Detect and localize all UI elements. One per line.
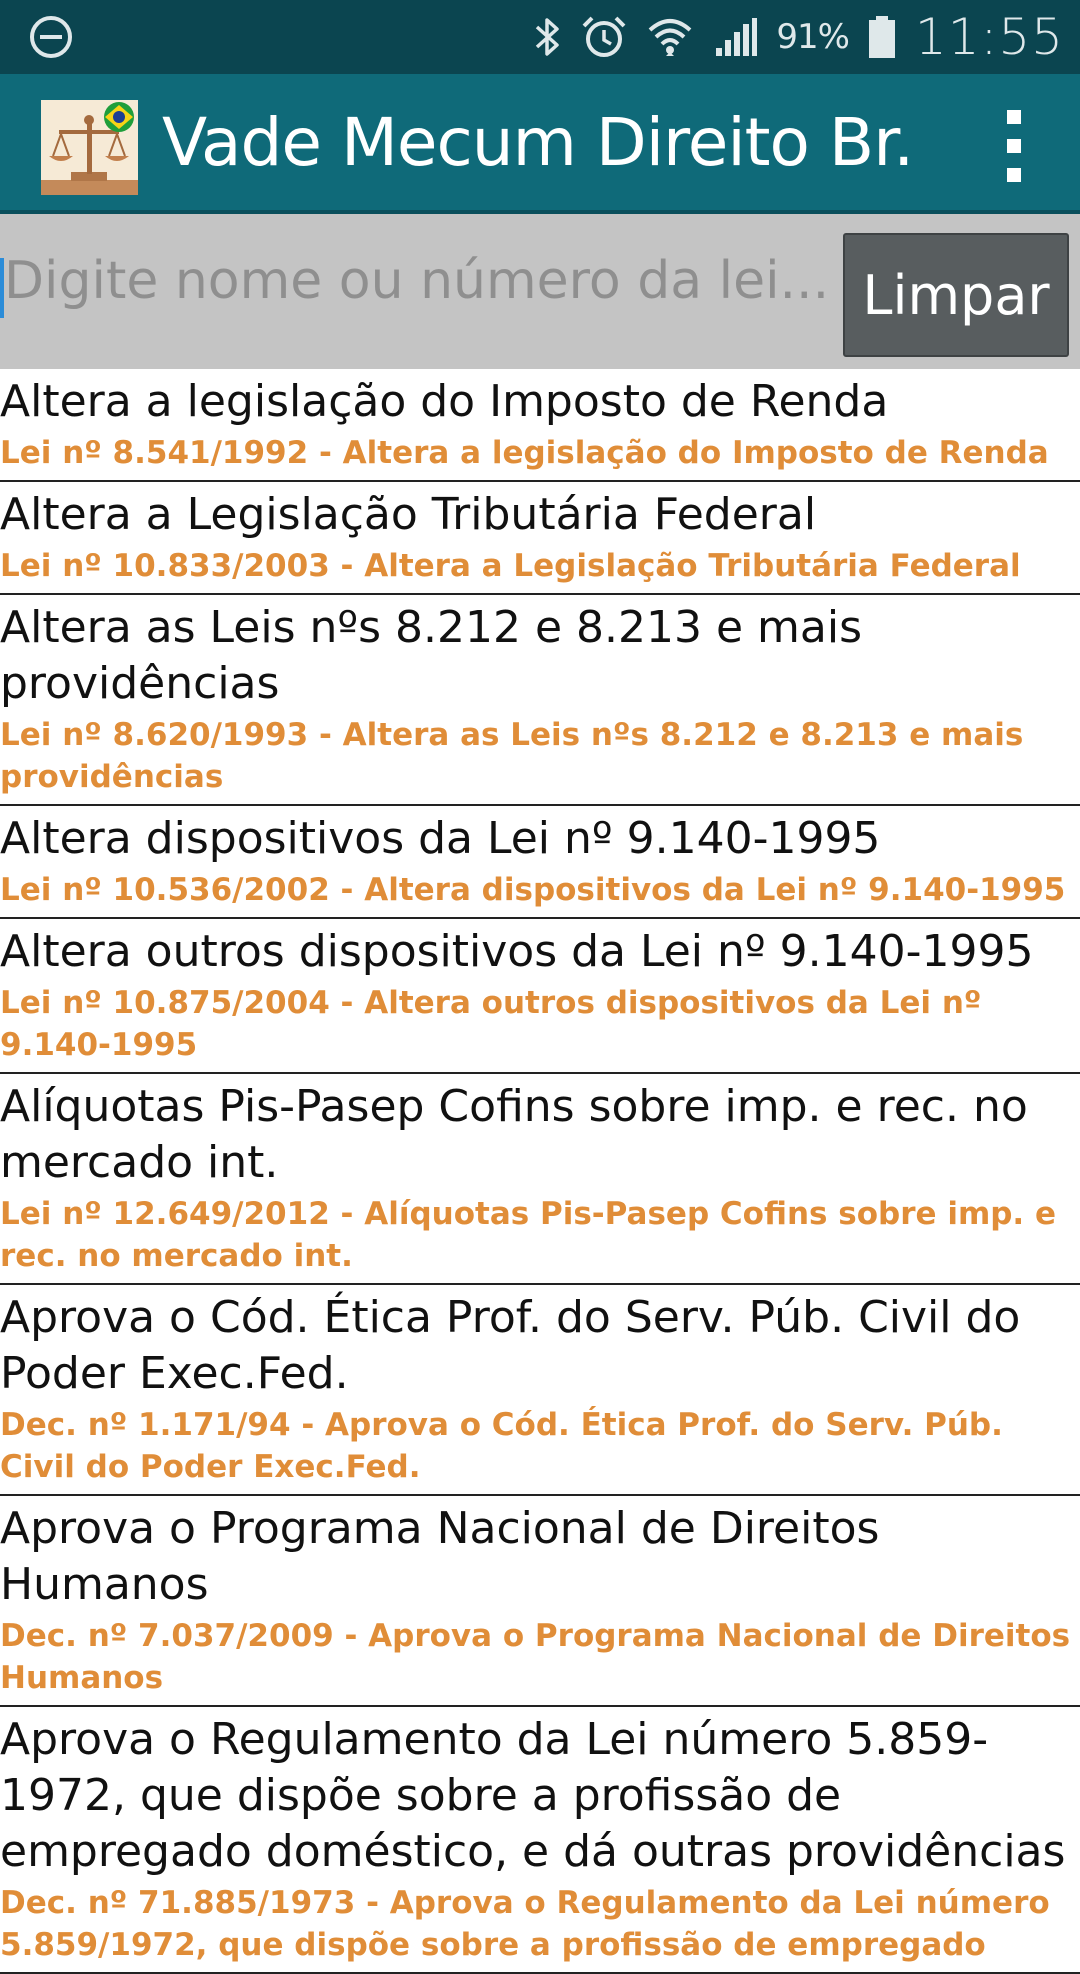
list-item[interactable]: Aprova o Cód. Ética Prof. do Serv. Púb. … <box>0 1285 1080 1496</box>
list-item[interactable]: Altera a legislação do Imposto de Renda … <box>0 369 1080 482</box>
status-icons: 91% 11:55 <box>532 0 1064 74</box>
law-title: Aprova o Cód. Ética Prof. do Serv. Púb. … <box>0 1292 1021 1399</box>
law-subtitle: Lei nº 10.833/2003 - Altera a Legislação… <box>0 548 1021 584</box>
wifi-icon <box>646 14 694 60</box>
status-bar: 91% 11:55 <box>0 0 1080 74</box>
law-subtitle: Lei nº 8.541/1992 - Altera a legislação … <box>0 435 1049 471</box>
search-bar: Limpar <box>0 214 1080 369</box>
law-title: Altera dispositivos da Lei nº 9.140-1995 <box>0 813 881 864</box>
law-title: Aprova o Programa Nacional de Direitos H… <box>0 1503 880 1610</box>
scales-of-justice-icon <box>41 100 138 195</box>
alarm-icon <box>580 14 628 60</box>
list-item[interactable]: Alíquotas Pis-Pasep Cofins sobre imp. e … <box>0 1074 1080 1285</box>
battery-icon <box>867 14 897 60</box>
app-title: Vade Mecum Direito Br. <box>162 104 914 181</box>
clear-button[interactable]: Limpar <box>843 233 1069 357</box>
law-list: Altera a legislação do Imposto de Renda … <box>0 369 1080 1974</box>
law-subtitle: Dec. nº 1.171/94 - Aprova o Cód. Ética P… <box>0 1407 1003 1485</box>
minus-circle-icon <box>28 14 74 60</box>
app-logo <box>41 100 138 195</box>
search-input[interactable] <box>0 226 830 336</box>
law-title: Altera as Leis nºs 8.212 e 8.213 e mais … <box>0 602 863 709</box>
list-item[interactable]: Altera outros dispositivos da Lei nº 9.1… <box>0 919 1080 1074</box>
overflow-menu-icon[interactable] <box>1000 108 1030 184</box>
law-title: Aprova o Regulamento da Lei número 5.859… <box>0 1714 1066 1877</box>
bluetooth-icon <box>532 14 562 60</box>
signal-icon <box>712 14 758 60</box>
list-item[interactable]: Altera dispositivos da Lei nº 9.140-1995… <box>0 806 1080 919</box>
list-item[interactable]: Altera a Legislação Tributária Federal L… <box>0 482 1080 595</box>
law-subtitle: Lei nº 12.649/2012 - Alíquotas Pis-Pasep… <box>0 1196 1057 1274</box>
list-item[interactable]: Aprova o Programa Nacional de Direitos H… <box>0 1496 1080 1707</box>
law-subtitle: Dec. nº 71.885/1973 - Aprova o Regulamen… <box>0 1885 1050 1963</box>
list-item[interactable]: Altera as Leis nºs 8.212 e 8.213 e mais … <box>0 595 1080 806</box>
law-subtitle: Lei nº 8.620/1993 - Altera as Leis nºs 8… <box>0 717 1024 795</box>
law-title: Altera a Legislação Tributária Federal <box>0 489 817 540</box>
law-subtitle: Dec. nº 7.037/2009 - Aprova o Programa N… <box>0 1618 1071 1696</box>
law-title: Altera outros dispositivos da Lei nº 9.1… <box>0 926 1034 977</box>
law-title: Alíquotas Pis-Pasep Cofins sobre imp. e … <box>0 1081 1028 1188</box>
battery-percent: 91% <box>776 17 850 57</box>
law-subtitle: Lei nº 10.536/2002 - Altera dispositivos… <box>0 872 1066 908</box>
app-bar: Vade Mecum Direito Br. <box>0 74 1080 214</box>
law-subtitle: Lei nº 10.875/2004 - Altera outros dispo… <box>0 985 982 1063</box>
list-item[interactable]: Aprova o Regulamento da Lei número 5.859… <box>0 1707 1080 1974</box>
law-title: Altera a legislação do Imposto de Renda <box>0 376 889 427</box>
status-clock: 11:55 <box>914 8 1064 66</box>
